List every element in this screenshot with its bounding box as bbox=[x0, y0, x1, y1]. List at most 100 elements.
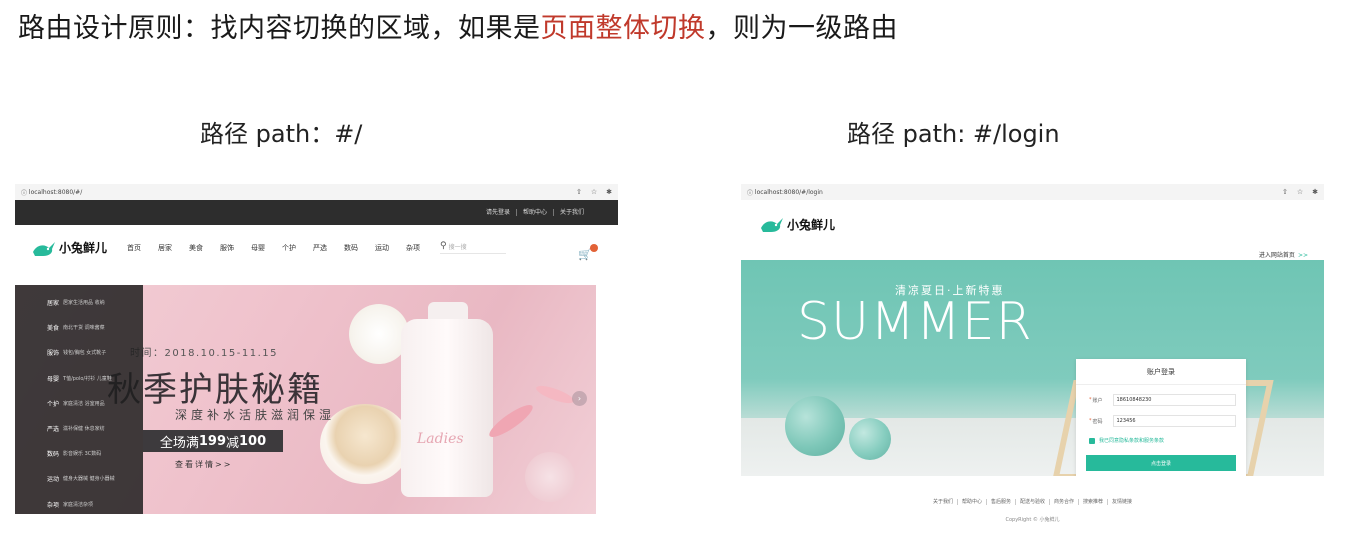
required-mark: * bbox=[1089, 397, 1092, 403]
category-name: 居家 bbox=[47, 300, 60, 308]
category-name: 个护 bbox=[47, 400, 60, 408]
category-name: 数码 bbox=[47, 451, 60, 459]
caption-home-path: 路径 path：#/ bbox=[200, 120, 363, 148]
password-field: * 密码 123456 bbox=[1089, 415, 1246, 427]
double-chevron-icon: >> bbox=[1297, 252, 1308, 259]
url-text: localhost:8080/#/ bbox=[28, 188, 83, 196]
enter-site-link[interactable]: 进入网站首页 >> bbox=[1259, 250, 1308, 259]
carousel-next-icon[interactable]: › bbox=[572, 391, 587, 406]
search-input[interactable]: ⚲ 搜一搜 bbox=[440, 241, 507, 254]
agree-checkbox[interactable]: 我已同意隐私条款和服务条款 bbox=[1089, 437, 1246, 444]
footer-link[interactable]: 友情链接 bbox=[1108, 499, 1136, 505]
banner-subtitle: 深度补水活肤滋润保湿 bbox=[175, 408, 336, 422]
home-page-screenshot: ⓘ localhost:8080/#/ ⇧ ☆ ✱ 请先登录 帮助中心 关于我们… bbox=[15, 184, 618, 514]
password-label: 密码 bbox=[1092, 418, 1103, 425]
category-name: 美食 bbox=[47, 325, 60, 333]
extension-icon[interactable]: ✱ bbox=[606, 188, 612, 196]
category-item[interactable]: 美食 南北干货 调味酱菜 bbox=[15, 315, 143, 340]
footer-link[interactable]: 售后服务 bbox=[986, 499, 1016, 505]
share-icon[interactable]: ⇧ bbox=[1282, 188, 1288, 196]
page-heading: 路由设计原则：找内容切换的区域，如果是页面整体切换，则为一级路由 bbox=[18, 6, 898, 45]
category-sub: 家庭清洁 浴室用品 bbox=[63, 400, 105, 407]
category-sub: 健身大器械 健身小器械 bbox=[63, 476, 115, 483]
heading-suffix: ，则为一级路由 bbox=[705, 13, 898, 44]
login-button[interactable]: 点击登录 bbox=[1086, 455, 1236, 471]
url-text: localhost:8080/#/login bbox=[754, 188, 823, 196]
star-icon[interactable]: ☆ bbox=[1297, 188, 1303, 196]
category-sub: 滋补保健 休息家纺 bbox=[63, 426, 105, 433]
deal-mid: 减 bbox=[226, 435, 240, 451]
deal-discount: 100 bbox=[239, 433, 267, 449]
account-label: 账户 bbox=[1092, 397, 1103, 404]
star-icon[interactable]: ☆ bbox=[591, 188, 597, 196]
footer-link[interactable]: 商务合作 bbox=[1050, 499, 1080, 505]
footer-link[interactable]: 配送与验收 bbox=[1015, 499, 1050, 505]
category-name: 运动 bbox=[47, 476, 60, 484]
search-placeholder: 搜一搜 bbox=[448, 243, 467, 251]
footer-link[interactable]: 搜索推荐 bbox=[1079, 499, 1109, 505]
site-logo[interactable]: 小兔鲜儿 bbox=[759, 214, 835, 234]
topnav-about-link[interactable]: 关于我们 bbox=[554, 209, 590, 216]
account-input[interactable]: 18610848230 bbox=[1112, 394, 1236, 406]
rabbit-logo-icon bbox=[33, 241, 55, 256]
footer-link[interactable]: 关于我们 bbox=[928, 499, 958, 505]
extension-icon[interactable]: ✱ bbox=[1312, 188, 1318, 196]
menu-item-baby[interactable]: 母婴 bbox=[251, 243, 265, 253]
logo-text: 小兔鲜儿 bbox=[787, 217, 836, 232]
bottle-label: Ladies bbox=[417, 431, 464, 447]
menu-item-selected[interactable]: 严选 bbox=[313, 243, 327, 253]
address-bar[interactable]: ⓘ localhost:8080/#/ ⇧ ☆ ✱ bbox=[15, 184, 618, 200]
menu-item-sports[interactable]: 运动 bbox=[375, 243, 389, 253]
menu-item-care[interactable]: 个护 bbox=[282, 243, 296, 253]
share-icon[interactable]: ⇧ bbox=[576, 188, 582, 196]
deal-threshold: 199 bbox=[198, 433, 226, 449]
footer-link[interactable]: 帮助中心 bbox=[957, 499, 987, 505]
info-icon: ⓘ bbox=[21, 189, 29, 197]
account-field: * 账户 18610848230 bbox=[1089, 394, 1246, 406]
menu-item-clothing[interactable]: 服饰 bbox=[220, 243, 234, 253]
cart-badge bbox=[590, 244, 598, 252]
category-item[interactable]: 严选 滋补保健 休息家纺 bbox=[15, 416, 143, 441]
checkbox-checked-icon bbox=[1089, 437, 1095, 444]
category-item[interactable]: 居家 居家生活用品 收纳 bbox=[15, 290, 143, 315]
enter-site-label: 进入网站首页 bbox=[1258, 252, 1295, 259]
lotion-bottle-image bbox=[401, 319, 493, 497]
login-page-screenshot: ⓘ localhost:8080/#/login ⇧ ☆ ✱ 小兔鲜儿 进入网站… bbox=[741, 184, 1324, 526]
cart-icon[interactable]: 🛒 bbox=[578, 244, 598, 261]
menu-item-home-goods[interactable]: 居家 bbox=[158, 243, 172, 253]
site-header: 小兔鲜儿 首页 居家 美食 服饰 母婴 个护 严选 数码 运动 杂项 ⚲ 搜一搜 bbox=[15, 225, 618, 270]
category-item[interactable]: 运动 健身大器械 健身小器械 bbox=[15, 466, 143, 491]
category-item[interactable]: 杂项 家庭清洁杂项 bbox=[15, 492, 143, 515]
login-header: 小兔鲜儿 进入网站首页 >> bbox=[741, 200, 1324, 261]
category-sub: 居家生活用品 收纳 bbox=[63, 300, 105, 307]
topnav-login-link[interactable]: 请先登录 bbox=[480, 209, 517, 216]
heading-highlight: 页面整体切换 bbox=[540, 13, 706, 44]
category-item[interactable]: 个护 家庭清洁 浴室用品 bbox=[15, 391, 143, 416]
main-menu: 首页 居家 美食 服饰 母婴 个护 严选 数码 运动 杂项 bbox=[127, 243, 437, 253]
category-item[interactable]: 数码 影音娱乐 3C数码 bbox=[15, 441, 143, 466]
menu-item-home[interactable]: 首页 bbox=[127, 243, 141, 253]
summer-banner: 清凉夏日·上新特惠 SUMMER 账户登录 * 账户 18610848230 *… bbox=[741, 260, 1324, 476]
topnav-help-link[interactable]: 帮助中心 bbox=[517, 209, 554, 216]
ball-decoration bbox=[849, 418, 891, 460]
menu-item-misc[interactable]: 杂项 bbox=[406, 243, 420, 253]
password-input[interactable]: 123456 bbox=[1112, 415, 1236, 427]
menu-item-food[interactable]: 美食 bbox=[189, 243, 203, 253]
site-logo[interactable]: 小兔鲜儿 bbox=[31, 238, 107, 258]
banner-deal: 全场满 199 减 100 bbox=[143, 430, 283, 452]
category-item[interactable]: 母婴 T恤/polo/衬衫 儿童鞋 bbox=[15, 366, 143, 391]
category-sidebar: 居家 居家生活用品 收纳 美食 南北干货 调味酱菜 服饰 钱包/胸包 女式靴子 母婴 T… bbox=[15, 285, 143, 514]
address-bar[interactable]: ⓘ localhost:8080/#/login ⇧ ☆ ✱ bbox=[741, 184, 1324, 200]
search-icon: ⚲ bbox=[440, 241, 447, 251]
banner-time: 时间：2018.10.15-11.15 bbox=[130, 348, 278, 359]
category-sub: 南北干货 调味酱菜 bbox=[63, 325, 105, 332]
banner-summer-title: SUMMER bbox=[797, 292, 1033, 352]
menu-item-digital[interactable]: 数码 bbox=[344, 243, 358, 253]
login-form: 账户登录 * 账户 18610848230 * 密码 123456 我已同意隐私… bbox=[1076, 359, 1246, 476]
required-mark: * bbox=[1089, 418, 1092, 424]
logo-text: 小兔鲜儿 bbox=[59, 241, 108, 255]
category-item[interactable]: 服饰 钱包/胸包 女式靴子 bbox=[15, 340, 143, 365]
agree-text: 我已同意隐私条款和服务条款 bbox=[1099, 438, 1165, 444]
login-title: 账户登录 bbox=[1147, 368, 1175, 376]
banner-more-link[interactable]: 查看详情>> bbox=[175, 459, 232, 470]
